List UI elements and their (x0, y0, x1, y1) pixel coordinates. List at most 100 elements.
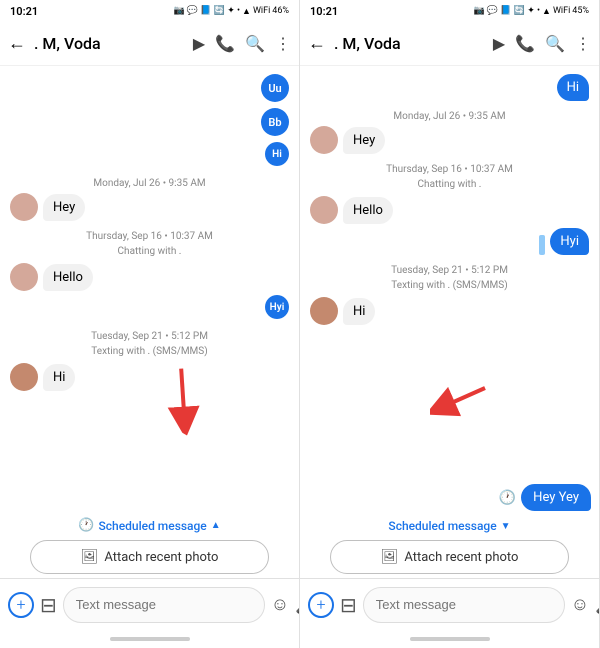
back-button-right[interactable]: ← (308, 33, 326, 54)
screen-left: 10:21 📷 💬 📘 🔄 ✦ • ▲ WiFi 46% ← . M, Voda… (0, 0, 300, 648)
chevron-icon-right: ▼ (501, 521, 511, 532)
more-icon-left[interactable]: ⋮ (275, 34, 291, 53)
bubble-hi-left: Hi (43, 364, 75, 391)
gallery-icon-left[interactable]: ⊟ (40, 593, 57, 617)
scheduled-bar-left[interactable]: 🕐 Scheduled message ▲ (0, 512, 299, 536)
avatar-uu: Uu (261, 74, 289, 102)
avatar-received-right-3 (310, 297, 338, 325)
msg-hey-row-left: Hey (10, 193, 289, 221)
more-icon-right[interactable]: ⋮ (575, 34, 591, 53)
avatar-received-left-2 (10, 263, 38, 291)
avatar-received-left-3 (10, 363, 38, 391)
bubble-hello-right: Hello (343, 197, 393, 224)
msg-hyi-row-left: Hyi (10, 295, 289, 321)
sub-chatting-left: Chatting with . (10, 246, 289, 257)
top-icons-right: ▶ 📞 🔍 ⋮ (493, 34, 591, 53)
top-icons-left: ▶ 📞 🔍 ⋮ (193, 34, 291, 53)
emoji-icon-right[interactable]: ☺ (571, 594, 589, 615)
bubble-hello-left: Hello (43, 264, 93, 291)
contact-name-right: . M, Voda (334, 34, 493, 53)
date-sep16-right: Thursday, Sep 16 • 10:37 AM (310, 164, 589, 175)
phone-icon-right[interactable]: 📞 (515, 34, 535, 53)
message-input-right[interactable] (363, 587, 565, 623)
msg-hi-blue: Hi (10, 142, 289, 168)
scheduled-label-left: Scheduled message (99, 519, 207, 533)
notification-icons-right: 📷 💬 📘 🔄 ✦ • (473, 6, 540, 16)
date-jul26-right: Monday, Jul 26 • 9:35 AM (310, 111, 589, 122)
status-bar-left: 10:21 📷 💬 📘 🔄 ✦ • ▲ WiFi 46% (0, 0, 299, 22)
avatar-hi-sent: Hi (265, 142, 289, 166)
status-time-right: 10:21 (310, 5, 338, 18)
add-icon-left[interactable]: + (8, 592, 34, 618)
bubble-hyi-right: Hyi (550, 228, 589, 255)
clock-preview-right: 🕐 (499, 490, 516, 506)
msg-hello-row-left: Hello (10, 263, 289, 291)
bubble-hi-right: Hi (343, 298, 375, 325)
status-bar-right: 10:21 📷 💬 📘 🔄 ✦ • ▲ WiFi 45% (300, 0, 599, 22)
bubble-hi-top-right: Hi (557, 74, 589, 101)
video-icon-right[interactable]: ▶ (493, 34, 505, 53)
avatar-hyi-sent-left: Hyi (265, 295, 289, 319)
msg-hyi-row-right: Hyi (310, 228, 589, 255)
scheduled-preview-right: 🕐 Hey Yey (300, 480, 599, 513)
date-sep21-right: Tuesday, Sep 21 • 5:12 PM (310, 265, 589, 276)
wifi-left: WiFi (253, 6, 270, 16)
gallery-icon-right[interactable]: ⊟ (340, 593, 357, 617)
date-sep16-left: Thursday, Sep 16 • 10:37 AM (10, 231, 289, 242)
bottom-bar-left: + ⊟ ☺ 🎤 (0, 578, 299, 630)
nav-pill-right (410, 637, 490, 641)
avatar-received-right-1 (310, 126, 338, 154)
sub-chatting-right: Chatting with . (310, 179, 589, 190)
chat-area-left: Uu Bb Hi Monday, Jul 26 • 9:35 AM Hey Th… (0, 66, 299, 512)
scheduled-bar-right[interactable]: Scheduled message ▼ (300, 513, 599, 536)
msg-hi-row-left: Hi (10, 363, 289, 391)
emoji-icon-left[interactable]: ☺ (271, 594, 289, 615)
top-bar-right: ← . M, Voda ▶ 📞 🔍 ⋮ (300, 22, 599, 66)
status-icons-right: 📷 💬 📘 🔄 ✦ • ▲ WiFi 45% (473, 6, 589, 17)
msg-hi-row-right: Hi (310, 297, 589, 325)
signal-right: ▲ (542, 6, 551, 17)
avatar-received-left-1 (10, 193, 38, 221)
battery-text-left: 46% (272, 6, 289, 16)
msg-uu: Uu (10, 74, 289, 104)
screen-right: 10:21 📷 💬 📘 🔄 ✦ • ▲ WiFi 45% ← . M, Voda… (300, 0, 600, 648)
attach-photo-btn-right[interactable]: 🖼 Attach recent photo (330, 540, 569, 574)
status-icons-left: 📷 💬 📘 🔄 ✦ • ▲ WiFi 46% (173, 6, 289, 17)
scheduled-label-right: Scheduled message (388, 519, 496, 533)
nav-pill-left (110, 637, 190, 641)
mic-icon-right[interactable]: 🎤 (595, 594, 600, 615)
message-input-left[interactable] (63, 587, 265, 623)
nav-bar-left (0, 630, 299, 648)
avatar-received-right-2 (310, 196, 338, 224)
bubble-hey-left: Hey (43, 194, 85, 221)
attach-label-right: Attach recent photo (404, 550, 518, 565)
phone-icon-left[interactable]: 📞 (215, 34, 235, 53)
attach-label-left: Attach recent photo (104, 550, 218, 565)
sub-texting-left: Texting with . (SMS/MMS) (10, 346, 289, 357)
chat-area-right: Hi Monday, Jul 26 • 9:35 AM Hey Thursday… (300, 66, 599, 480)
hey-yey-bubble: Hey Yey (521, 484, 591, 511)
battery-text-right: 45% (572, 6, 589, 16)
notification-icons-left: 📷 💬 📘 🔄 ✦ • (173, 6, 240, 16)
bubble-hey-right: Hey (343, 127, 385, 154)
video-icon-left[interactable]: ▶ (193, 34, 205, 53)
back-button-left[interactable]: ← (8, 33, 26, 54)
sub-texting-right: Texting with . (SMS/MMS) (310, 280, 589, 291)
photo-icon-left: 🖼 (81, 549, 99, 565)
chevron-icon-left: ▲ (211, 520, 221, 531)
attach-photo-btn-left[interactable]: 🖼 Attach recent photo (30, 540, 269, 574)
photo-icon-right: 🖼 (381, 549, 399, 565)
add-icon-right[interactable]: + (308, 592, 334, 618)
signal-left: ▲ (242, 6, 251, 17)
top-bar-left: ← . M, Voda ▶ 📞 🔍 ⋮ (0, 22, 299, 66)
search-icon-right[interactable]: 🔍 (545, 34, 565, 53)
clock-icon-left: 🕐 (78, 518, 94, 533)
msg-hi-top-right: Hi (310, 74, 589, 101)
date-jul26-left: Monday, Jul 26 • 9:35 AM (10, 178, 289, 189)
date-sep21-left: Tuesday, Sep 21 • 5:12 PM (10, 331, 289, 342)
bottom-bar-right: + ⊟ ☺ 🎤 (300, 578, 599, 630)
nav-bar-right (300, 630, 599, 648)
msg-hello-row-right: Hello (310, 196, 589, 224)
search-icon-left[interactable]: 🔍 (245, 34, 265, 53)
hyi-indicator (539, 235, 545, 255)
